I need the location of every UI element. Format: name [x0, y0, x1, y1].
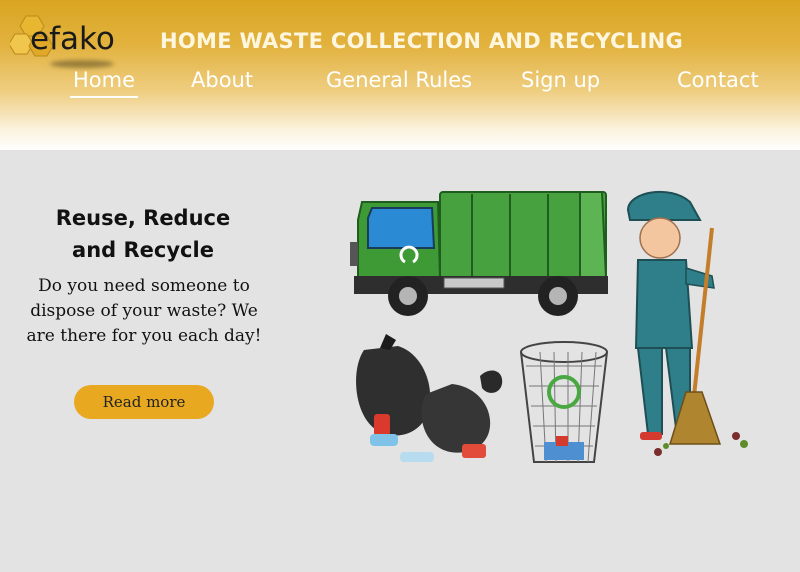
hero-text: Do you need someone to dispose of your w… [26, 276, 262, 346]
hero-heading-line-2: and Recycle [72, 238, 214, 262]
nav-about[interactable]: About [191, 68, 253, 92]
nav-home[interactable]: Home [69, 68, 139, 98]
site-header: efako HOME WASTE COLLECTION AND RECYCLIN… [0, 0, 800, 150]
efako-logo[interactable]: efako [10, 12, 130, 68]
hero-heading: Reuse, Reduce and Recycle [30, 202, 256, 266]
nav-contact[interactable]: Contact [677, 68, 759, 92]
garbage-bag-icon [356, 334, 503, 462]
nav-sign-up[interactable]: Sign up [521, 68, 600, 92]
logo-shadow [50, 60, 114, 68]
waste-collection-illustration [350, 190, 748, 463]
garbage-truck-icon [350, 191, 608, 316]
hero-heading-line-1: Reuse, Reduce [55, 206, 231, 230]
read-more-button[interactable]: Read more [74, 385, 214, 419]
site-title: HOME WASTE COLLECTION AND RECYCLING [160, 29, 684, 53]
logo-text: efako [30, 21, 115, 57]
nav-general-rules[interactable]: General Rules [326, 68, 472, 92]
recycling-bin-icon [520, 341, 608, 463]
main-nav: Home About General Rules Sign up Contact [0, 68, 800, 104]
